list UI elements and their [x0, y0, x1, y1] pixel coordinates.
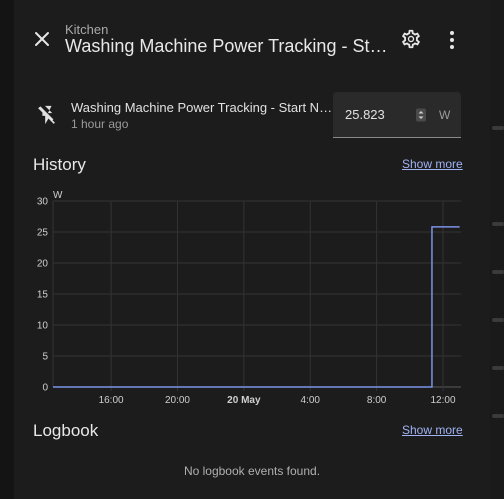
- logbook-empty-message: No logbook events found.: [183, 464, 321, 478]
- y-tick-label: 10: [37, 321, 49, 332]
- y-tick-label: 30: [37, 197, 49, 208]
- last-changed: 1 hour ago: [71, 117, 129, 131]
- more-info-dialog: Kitchen Washing Machine Power Tracking -…: [14, 0, 490, 499]
- y-tick-label: 0: [42, 383, 48, 394]
- history-title: History: [33, 155, 86, 174]
- x-tick-label: 20 May: [227, 395, 261, 406]
- spinner-arrows-icon[interactable]: [415, 108, 427, 122]
- entity-row: Washing Machine Power Tracking - Start N…: [14, 90, 490, 140]
- settings-button[interactable]: [400, 28, 426, 54]
- area-name: Kitchen: [65, 22, 109, 37]
- logbook-title: Logbook: [33, 421, 99, 440]
- y-tick-label: 25: [37, 228, 49, 239]
- entity-name: Washing Machine Power Tracking - Start N…: [71, 100, 333, 115]
- y-axis-unit: W: [53, 190, 63, 201]
- gear-icon: [402, 29, 420, 49]
- dialog-header: Kitchen Washing Machine Power Tracking -…: [14, 0, 490, 72]
- value-unit: W: [439, 108, 451, 122]
- series-line: [53, 226, 460, 388]
- y-tick-label: 15: [37, 290, 49, 301]
- dots-vertical-icon: [450, 31, 454, 49]
- flash-off-icon: [38, 105, 55, 125]
- number-input[interactable]: [345, 107, 405, 122]
- x-tick-label: 8:00: [367, 395, 387, 406]
- x-tick-label: 20:00: [165, 395, 190, 406]
- backdrop: [490, 0, 504, 499]
- x-tick-label: 12:00: [431, 395, 456, 406]
- value-field: W: [333, 92, 461, 138]
- close-icon: [35, 32, 49, 46]
- history-chart-svg: 0 5 10 15 20 25 30 W 16:00 20:00 20 May 4:00 8:00 12:…: [37, 190, 461, 406]
- y-tick-label: 5: [42, 352, 48, 363]
- y-tick-label: 20: [37, 259, 49, 270]
- history-chart: 0 5 10 15 20 25 30 W 16:00 20:00 20 May 4:00 8:00 12:…: [14, 186, 490, 408]
- history-show-more-link[interactable]: Show more: [402, 157, 463, 171]
- close-button[interactable]: [28, 25, 56, 53]
- x-tick-label: 16:00: [99, 395, 124, 406]
- logbook-show-more-link[interactable]: Show more: [402, 423, 463, 437]
- more-options-button[interactable]: [440, 28, 464, 54]
- dialog-title: Washing Machine Power Tracking - Start N…: [65, 36, 395, 56]
- x-tick-label: 4:00: [301, 395, 321, 406]
